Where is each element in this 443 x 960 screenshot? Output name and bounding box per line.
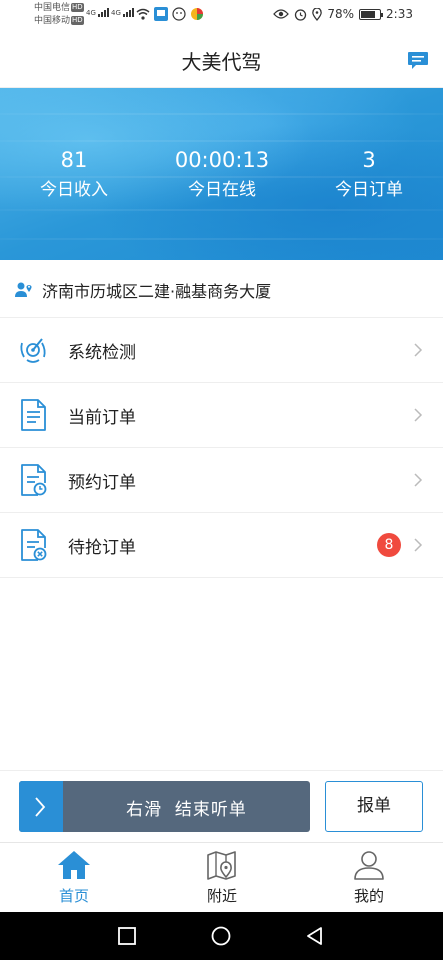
chevron-right-icon xyxy=(414,343,423,357)
menu-label: 待抢订单 xyxy=(68,538,136,558)
stat-label: 今日收入 xyxy=(40,180,108,200)
back-triangle-icon[interactable] xyxy=(305,926,325,946)
stat-value: 00:00:13 xyxy=(174,148,270,172)
stat-orders: 3 今日订单 xyxy=(295,146,443,203)
carrier-2-label: 中国移动 xyxy=(34,16,71,26)
clock: 2:33 xyxy=(386,7,413,21)
menu-label: 系统检测 xyxy=(68,343,136,363)
eye-icon xyxy=(273,9,290,19)
slider-label: 右滑 结束听单 xyxy=(126,800,247,820)
chevron-right-icon xyxy=(414,538,423,552)
tab-mine[interactable]: 我的 xyxy=(295,843,443,913)
tab-label: 首页 xyxy=(58,887,89,905)
face-icon xyxy=(172,7,186,21)
notification-icons xyxy=(136,7,204,21)
slider-handle[interactable] xyxy=(19,781,63,832)
tab-home[interactable]: 首页 xyxy=(0,843,148,913)
signal-1-icon: 4G xyxy=(86,8,110,17)
colorful-app-icon xyxy=(191,8,203,20)
tab-label: 我的 xyxy=(353,887,384,905)
battery-fill xyxy=(361,10,376,18)
menu-item-reserved-orders[interactable]: 预约订单 xyxy=(0,448,443,513)
location-row[interactable]: 济南市历城区二建·融基商务大厦 xyxy=(0,260,443,318)
chevron-right-icon xyxy=(35,797,46,817)
bottom-tab-bar: 首页 附近 我的 xyxy=(0,842,443,912)
hd-badge: HD xyxy=(71,16,84,25)
stats-banner: 81 今日收入 00:00:13 今日在线 3 今日订单 xyxy=(0,88,443,260)
wifi-icon xyxy=(136,8,150,20)
chevron-right-icon xyxy=(414,408,423,422)
home-icon xyxy=(58,851,90,879)
status-right: 78% 2:33 xyxy=(273,7,413,21)
stat-label: 今日在线 xyxy=(188,180,256,200)
menu-item-pending-orders[interactable]: 待抢订单 8 xyxy=(0,513,443,578)
app-notification-icon xyxy=(154,7,168,21)
location-icon xyxy=(312,7,323,21)
recent-apps-icon[interactable] xyxy=(117,926,137,946)
system-nav-bar xyxy=(0,912,443,960)
page-title: 大美代驾 xyxy=(181,50,262,74)
action-bar: 右滑 结束听单 报单 xyxy=(0,770,443,842)
chat-bubble-icon[interactable] xyxy=(407,49,429,71)
network-type: 4G xyxy=(86,9,96,17)
menu-label: 预约订单 xyxy=(68,473,136,493)
stat-value: 81 xyxy=(60,148,88,172)
stat-value: 3 xyxy=(362,148,376,172)
pending-count-badge: 8 xyxy=(377,533,401,557)
current-address: 济南市历城区二建·融基商务大厦 xyxy=(42,282,272,301)
stat-income: 81 今日收入 xyxy=(0,146,148,203)
map-pin-icon xyxy=(207,851,236,880)
stat-online-time: 00:00:13 今日在线 xyxy=(148,146,296,203)
battery-icon xyxy=(359,8,384,20)
location-person-icon xyxy=(15,282,32,297)
hd-badge: HD xyxy=(71,3,84,12)
menu-item-system-check[interactable]: 系统检测 xyxy=(0,318,443,383)
status-bar: 中国电信 HD 中国移动 HD 4G 4G 78% 2:33 xyxy=(0,0,443,32)
document-x-icon xyxy=(21,529,47,561)
tab-label: 附近 xyxy=(206,887,237,905)
menu-item-current-orders[interactable]: 当前订单 xyxy=(0,383,443,448)
signal-2-icon: 4G xyxy=(111,8,135,17)
document-clock-icon xyxy=(21,464,47,496)
report-order-button[interactable]: 报单 xyxy=(325,781,423,832)
title-bar: 大美代驾 xyxy=(0,32,443,88)
menu-label: 当前订单 xyxy=(68,408,136,428)
end-listening-slider[interactable]: 右滑 结束听单 xyxy=(19,781,310,832)
stat-label: 今日订单 xyxy=(335,180,403,200)
alarm-icon xyxy=(295,8,307,21)
carrier-1: 中国电信 HD xyxy=(34,3,84,14)
radar-icon xyxy=(20,338,46,363)
chevron-right-icon xyxy=(414,473,423,487)
network-type: 4G xyxy=(111,9,121,17)
tab-nearby[interactable]: 附近 xyxy=(148,843,296,913)
carrier-1-label: 中国电信 xyxy=(34,3,71,13)
home-circle-icon[interactable] xyxy=(211,926,231,946)
carrier-2: 中国移动 HD xyxy=(34,16,84,27)
person-icon xyxy=(354,851,384,880)
battery-percent: 78% xyxy=(327,7,355,21)
document-icon xyxy=(21,399,46,431)
